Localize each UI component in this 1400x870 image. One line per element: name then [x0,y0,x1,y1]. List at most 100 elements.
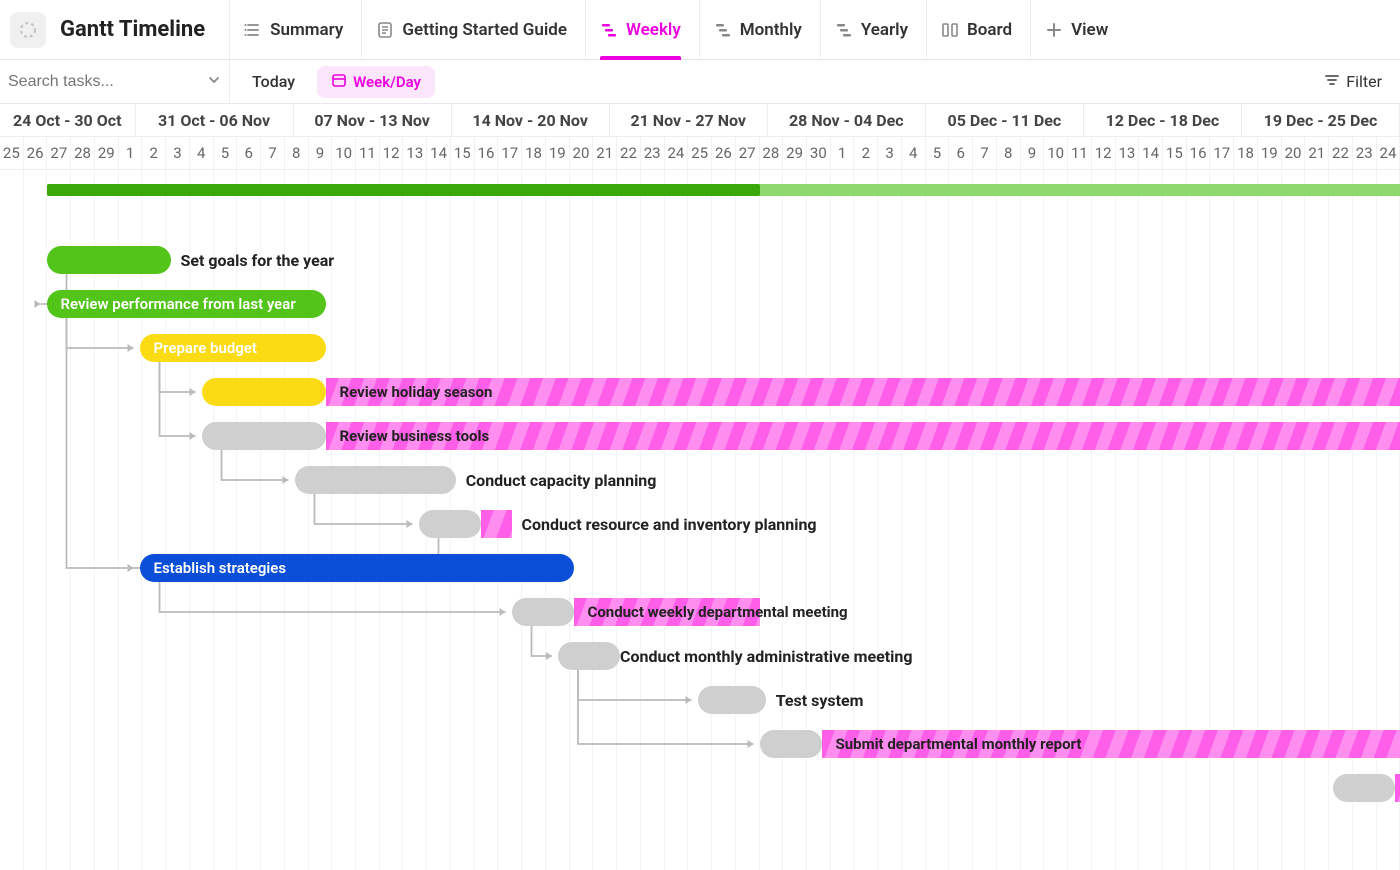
task-bar-far[interactable] [1333,774,1395,802]
task-bar-resinv_g[interactable] [419,510,481,538]
day-header[interactable]: 2 [142,137,166,169]
day-header[interactable]: 14 [427,137,451,169]
chevron-down-icon[interactable] [207,72,221,91]
day-header[interactable]: 4 [902,137,926,169]
day-header[interactable]: 8 [285,137,309,169]
day-header[interactable]: 17 [498,137,522,169]
day-header[interactable]: 22 [617,137,641,169]
tab-board[interactable]: Board [926,0,1026,60]
day-header[interactable]: 23 [641,137,665,169]
day-header[interactable]: 17 [1210,137,1234,169]
day-header[interactable]: 11 [1068,137,1092,169]
day-header[interactable]: 7 [261,137,285,169]
task-bar-holiday_s[interactable]: Review holiday season [326,378,1400,406]
today-button[interactable]: Today [240,60,307,104]
tab-getting started guide[interactable]: Getting Started Guide [361,0,581,60]
day-header[interactable]: 7 [973,137,997,169]
tab-monthly[interactable]: Monthly [699,0,816,60]
task-bar-btools_g[interactable] [202,422,326,450]
week-header[interactable]: 07 Nov - 13 Nov [294,104,452,136]
week-header[interactable]: 21 Nov - 27 Nov [610,104,768,136]
day-header[interactable]: 15 [1163,137,1187,169]
day-header[interactable]: 19 [1258,137,1282,169]
day-header[interactable]: 12 [1092,137,1116,169]
day-header[interactable]: 13 [1116,137,1140,169]
task-bar-report_s[interactable]: Submit departmental monthly report [822,730,1400,758]
day-header[interactable]: 2 [854,137,878,169]
day-header[interactable]: 3 [166,137,190,169]
task-bar-btools_s[interactable]: Review business tools [326,422,1400,450]
week-header[interactable]: 24 Oct - 30 Oct [0,104,136,136]
day-header[interactable]: 14 [1139,137,1163,169]
day-header[interactable]: 8 [997,137,1021,169]
task-bar-report_g[interactable] [760,730,822,758]
day-header[interactable]: 5 [214,137,238,169]
task-bar-capacity[interactable] [295,466,456,494]
day-header[interactable]: 21 [1305,137,1329,169]
day-header[interactable]: 23 [1353,137,1377,169]
day-header[interactable]: 19 [546,137,570,169]
day-header[interactable]: 18 [522,137,546,169]
week-header[interactable]: 31 Oct - 06 Nov [136,104,294,136]
week-header[interactable]: 05 Dec - 11 Dec [926,104,1084,136]
day-header[interactable]: 3 [878,137,902,169]
gantt-chart[interactable]: Set goals for the yearReview performance… [0,170,1400,870]
zoom-level-pill[interactable]: Week/Day [317,66,435,98]
day-header[interactable]: 13 [403,137,427,169]
day-header[interactable]: 6 [237,137,261,169]
day-header[interactable]: 6 [949,137,973,169]
summary-bar[interactable] [47,184,1400,196]
day-header[interactable]: 11 [356,137,380,169]
day-header[interactable]: 27 [736,137,760,169]
tab-weekly[interactable]: Weekly [585,0,695,60]
day-header[interactable]: 20 [570,137,594,169]
task-bar-monthly_g[interactable] [558,642,620,670]
task-bar-far_s[interactable] [1395,774,1400,802]
task-bar-goals[interactable] [47,246,171,274]
day-header[interactable]: 5 [926,137,950,169]
task-bar-budget[interactable]: Prepare budget [140,334,326,362]
day-header[interactable]: 16 [475,137,499,169]
day-header[interactable]: 28 [71,137,95,169]
day-header[interactable]: 30 [807,137,831,169]
search-input[interactable] [8,73,178,91]
task-bar-strat[interactable]: Establish strategies [140,554,574,582]
task-bar-testsys[interactable] [698,686,766,714]
week-header[interactable]: 12 Dec - 18 Dec [1084,104,1242,136]
day-header[interactable]: 18 [1234,137,1258,169]
day-header[interactable]: 12 [380,137,404,169]
filter-button[interactable]: Filter [1306,72,1400,92]
day-header[interactable]: 27 [47,137,71,169]
task-bar-weekly_g[interactable] [512,598,574,626]
day-header[interactable]: 10 [1044,137,1068,169]
day-header[interactable]: 22 [1329,137,1353,169]
day-header[interactable]: 20 [1282,137,1306,169]
day-header[interactable]: 15 [451,137,475,169]
day-header[interactable]: 26 [712,137,736,169]
tab-yearly[interactable]: Yearly [820,0,922,60]
task-bar-review[interactable]: Review performance from last year [47,290,326,318]
task-bar-weekly_s[interactable]: Conduct weekly departmental meeting [574,598,760,626]
week-header[interactable]: 14 Nov - 20 Nov [452,104,610,136]
tab-summary[interactable]: Summary [229,0,357,60]
day-header[interactable]: 16 [1187,137,1211,169]
day-header[interactable]: 24 [665,137,689,169]
day-header[interactable]: 1 [119,137,143,169]
day-header[interactable]: 10 [332,137,356,169]
day-header[interactable]: 25 [0,137,24,169]
day-header[interactable]: 21 [593,137,617,169]
day-header[interactable]: 29 [783,137,807,169]
task-bar-holiday_g[interactable] [202,378,326,406]
day-header[interactable]: 29 [95,137,119,169]
task-bar-resinv_s[interactable] [481,510,512,538]
week-header[interactable]: 28 Nov - 04 Dec [768,104,926,136]
day-header[interactable]: 9 [309,137,333,169]
tab-view[interactable]: View [1030,0,1122,60]
day-header[interactable]: 24 [1377,137,1400,169]
day-header[interactable]: 25 [688,137,712,169]
day-header[interactable]: 4 [190,137,214,169]
day-header[interactable]: 1 [831,137,855,169]
day-header[interactable]: 28 [760,137,784,169]
day-header[interactable]: 9 [1021,137,1045,169]
day-header[interactable]: 26 [24,137,48,169]
